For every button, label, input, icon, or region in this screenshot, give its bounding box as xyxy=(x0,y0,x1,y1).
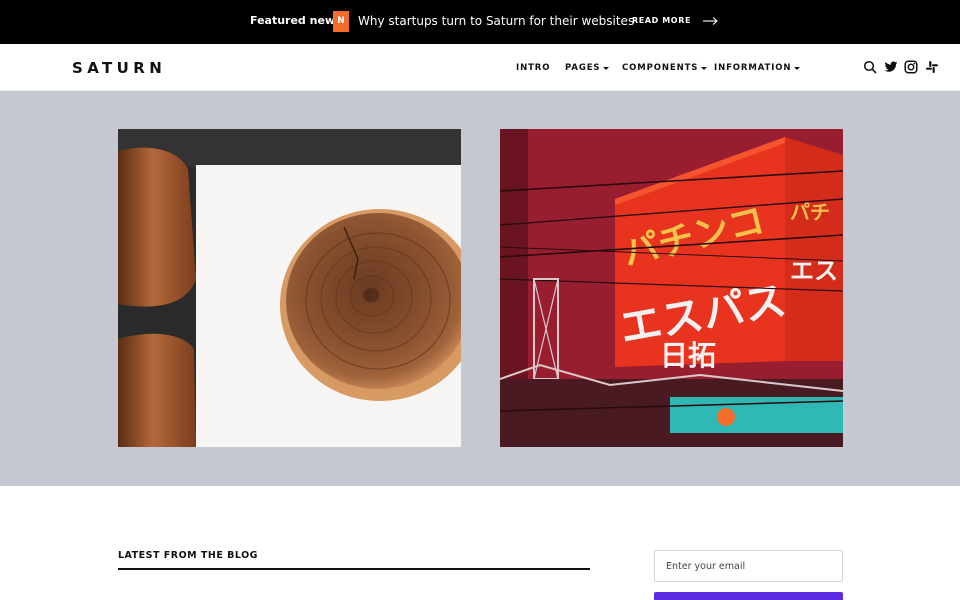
sign-text-line3: 日拓 xyxy=(660,339,716,372)
featured-news-label: Featured news: xyxy=(250,14,347,27)
instagram-icon[interactable] xyxy=(904,60,918,74)
blog-title-divider xyxy=(118,568,590,570)
wood-slice-photo[interactable] xyxy=(118,129,461,447)
nav-item-intro[interactable]: INTRO xyxy=(516,62,550,74)
email-input[interactable] xyxy=(654,550,843,582)
hero-gallery: パチンコ エスパス 日拓 パチ エス xyxy=(0,91,960,486)
svg-text:パチ: パチ xyxy=(790,200,830,224)
slack-icon[interactable] xyxy=(925,60,939,74)
chevron-down-icon xyxy=(794,66,801,70)
neon-sign-photo[interactable]: パチンコ エスパス 日拓 パチ エス xyxy=(500,129,843,447)
subscribe-button[interactable] xyxy=(654,592,843,600)
blog-section-title: LATEST FROM THE BLOG xyxy=(118,550,258,561)
nav-item-label: INTRO xyxy=(516,63,551,73)
search-icon[interactable] xyxy=(863,60,877,74)
read-more-link[interactable]: READ MORE xyxy=(632,15,719,27)
nav-item-label: COMPONENTS xyxy=(622,63,699,73)
neon-sign-illustration: パチンコ エスパス 日拓 パチ エス xyxy=(500,129,843,447)
twitter-icon[interactable] xyxy=(884,60,898,74)
nav-item-information[interactable]: INFORMATION xyxy=(714,62,801,74)
chevron-down-icon xyxy=(701,66,708,70)
nav-item-label: PAGES xyxy=(565,63,601,73)
read-more-label: READ MORE xyxy=(632,16,692,25)
site-logo[interactable]: SATURN xyxy=(72,59,166,77)
arrow-right-icon xyxy=(703,17,718,25)
site-header: SATURN INTRO PAGES COMPONENTS INFORMATIO… xyxy=(0,44,960,91)
svg-text:エス: エス xyxy=(790,257,838,285)
nav-item-components[interactable]: COMPONENTS xyxy=(622,62,708,74)
chevron-down-icon xyxy=(603,66,610,70)
featured-news-headline[interactable]: Why startups turn to Saturn for their we… xyxy=(358,13,634,29)
featured-news-bar: Featured news: N Why startups turn to Sa… xyxy=(0,0,960,44)
nav-item-label: INFORMATION xyxy=(714,63,792,73)
wood-slice-illustration xyxy=(118,129,461,447)
news-badge: N xyxy=(333,11,349,32)
nav-item-pages[interactable]: PAGES xyxy=(565,62,610,74)
